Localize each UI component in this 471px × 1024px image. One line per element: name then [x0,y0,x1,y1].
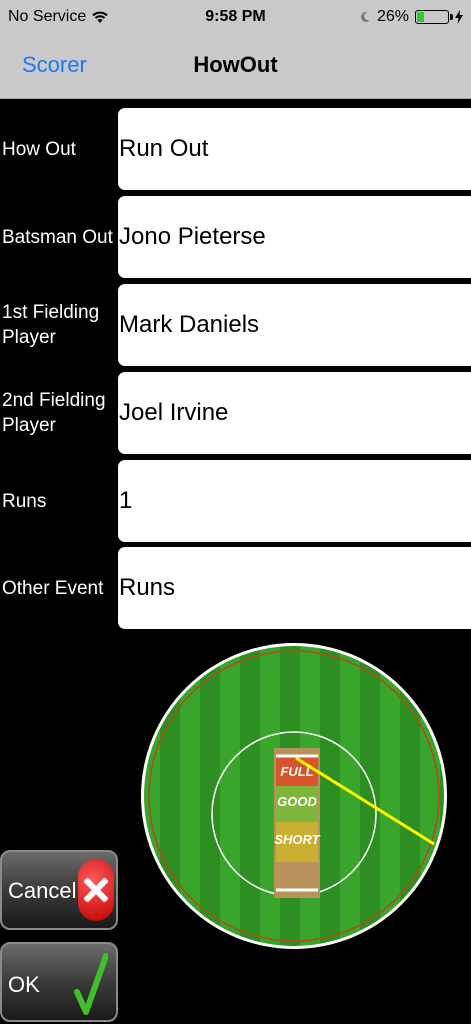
second-fielder-label: 2nd Fielding Player [2,390,106,436]
battery-icon [415,10,453,24]
form-row-other-event: Other Event Runs [0,547,471,629]
first-fielder-label: 1st Fielding Player [2,302,100,348]
charging-icon [455,10,463,24]
ok-label: OK [8,972,40,997]
other-event-field[interactable]: Runs [118,547,471,629]
checkmark-icon [74,953,108,1015]
page-title: HowOut [193,52,278,77]
batsman-out-label: Batsman Out [2,226,113,248]
other-event-label: Other Event [2,577,104,599]
cancel-label: Cancel [8,878,77,903]
how-out-label: How Out [2,138,76,160]
cricket-field[interactable]: FULL GOOD SHORT [140,634,450,958]
short-zone-label: SHORT [274,832,320,847]
moon-icon [361,11,370,22]
ok-button[interactable]: OK [0,942,118,1022]
form-row-2nd-fielder: 2nd Fielding Player Joel Irvine [0,372,471,454]
form-row-how-out: How Out Run Out [0,108,471,190]
status-right: 26% [359,8,463,26]
cancel-button[interactable]: Cancel [0,850,118,930]
second-fielder-field[interactable]: Joel Irvine [118,372,471,454]
runs-label: Runs [2,490,47,512]
form-row-runs: Runs 1 [0,460,471,542]
form-row-1st-fielder: 1st Fielding Player Mark Daniels [0,284,471,366]
how-out-field[interactable]: Run Out [118,108,471,190]
cancel-x-icon [78,859,114,921]
status-bar: No Service 9:58 PM 26% [0,0,471,36]
battery-percent: 26% [376,8,409,25]
good-zone-label: GOOD [277,794,317,809]
batsman-out-field[interactable]: Jono Pieterse [118,196,471,278]
form-row-batsman-out: Batsman Out Jono Pieterse [0,196,471,278]
first-fielder-field[interactable]: Mark Daniels [118,284,471,366]
navigation-bar: Scorer HowOut [0,36,471,99]
runs-field[interactable]: 1 [118,460,471,542]
